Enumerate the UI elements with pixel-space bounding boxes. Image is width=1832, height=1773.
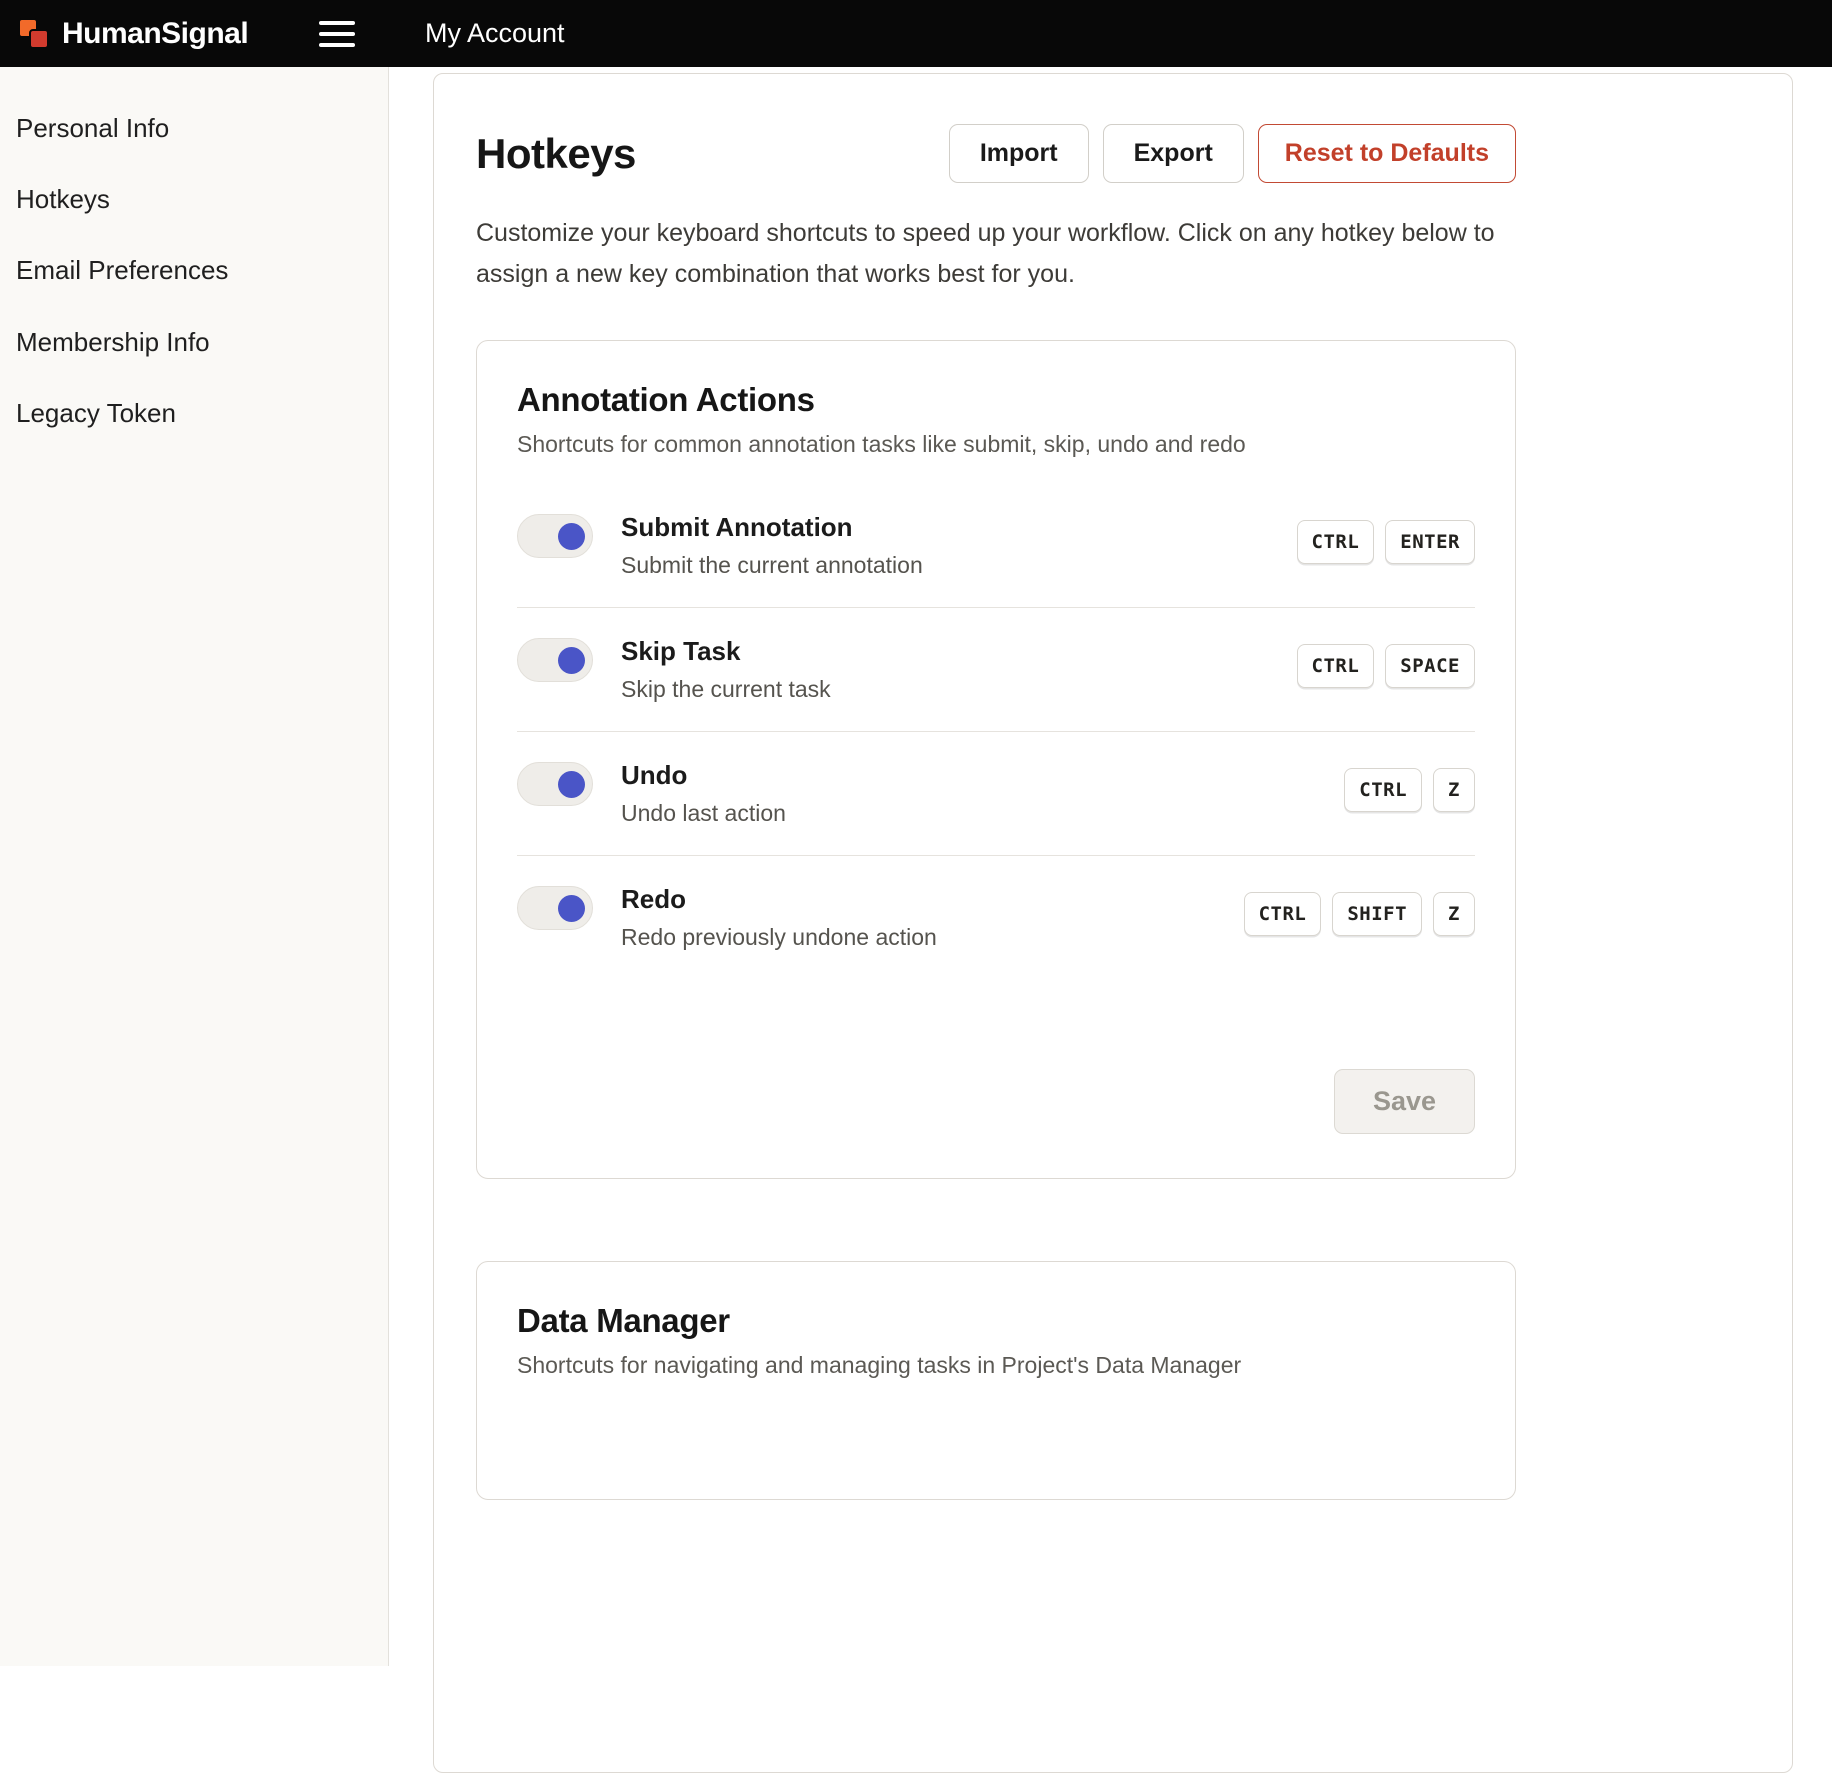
sidebar-item-personal-info[interactable]: Personal Info	[0, 93, 388, 164]
key-cap: SPACE	[1385, 644, 1475, 688]
data-manager-section: Data Manager Shortcuts for navigating an…	[476, 1261, 1516, 1500]
hotkey-subtitle: Submit the current annotation	[621, 552, 1297, 579]
hotkey-row-undo: Undo Undo last action CTRL Z	[517, 732, 1475, 855]
hotkey-subtitle: Skip the current task	[621, 676, 1297, 703]
hotkey-text: Skip Task Skip the current task	[621, 636, 1297, 703]
section-subtitle: Shortcuts for common annotation tasks li…	[517, 431, 1475, 458]
hotkey-row-redo: Redo Redo previously undone action CTRL …	[517, 856, 1475, 979]
sidebar-item-legacy-token[interactable]: Legacy Token	[0, 378, 388, 449]
topbar-left: HumanSignal	[0, 0, 389, 67]
hotkey-keys-undo[interactable]: CTRL Z	[1344, 760, 1475, 812]
hotkey-subtitle: Redo previously undone action	[621, 924, 1244, 951]
toggle-undo[interactable]	[517, 762, 593, 806]
hotkey-title: Skip Task	[621, 636, 1297, 667]
hotkey-keys-skip-task[interactable]: CTRL SPACE	[1297, 636, 1475, 688]
section-title: Data Manager	[517, 1302, 1475, 1340]
toggle-knob	[558, 647, 585, 674]
hotkey-keys-redo[interactable]: CTRL SHIFT Z	[1244, 884, 1475, 936]
brand-name: HumanSignal	[62, 17, 248, 51]
hotkey-title: Redo	[621, 884, 1244, 915]
humansignal-logo-icon	[16, 16, 52, 52]
hotkey-text: Redo Redo previously undone action	[621, 884, 1244, 951]
toggle-knob	[558, 771, 585, 798]
key-cap: CTRL	[1297, 520, 1375, 564]
sidebar-item-hotkeys[interactable]: Hotkeys	[0, 164, 388, 235]
hotkey-subtitle: Undo last action	[621, 800, 1344, 827]
hotkeys-description: Customize your keyboard shortcuts to spe…	[476, 213, 1516, 294]
hotkey-rows: Submit Annotation Submit the current ann…	[517, 484, 1475, 979]
section-subtitle: Shortcuts for navigating and managing ta…	[517, 1352, 1475, 1379]
hotkeys-heading: Hotkeys	[476, 130, 636, 178]
hotkey-title: Submit Annotation	[621, 512, 1297, 543]
key-cap: Z	[1433, 768, 1475, 812]
hotkeys-card: Hotkeys Import Export Reset to Defaults …	[433, 73, 1793, 1773]
toggle-knob	[558, 523, 585, 550]
save-button[interactable]: Save	[1334, 1069, 1475, 1134]
key-cap: SHIFT	[1332, 892, 1422, 936]
topbar: HumanSignal My Account	[0, 0, 1832, 67]
hotkey-text: Submit Annotation Submit the current ann…	[621, 512, 1297, 579]
hamburger-menu-icon[interactable]	[315, 17, 359, 51]
key-cap: ENTER	[1385, 520, 1475, 564]
import-button[interactable]: Import	[949, 124, 1089, 183]
toggle-knob	[558, 895, 585, 922]
sidebar-item-membership-info[interactable]: Membership Info	[0, 307, 388, 378]
hotkey-row-submit-annotation: Submit Annotation Submit the current ann…	[517, 484, 1475, 607]
hotkey-row-skip-task: Skip Task Skip the current task CTRL SPA…	[517, 608, 1475, 731]
key-cap: CTRL	[1297, 644, 1375, 688]
annotation-actions-section: Annotation Actions Shortcuts for common …	[476, 340, 1516, 1179]
hotkey-keys-submit-annotation[interactable]: CTRL ENTER	[1297, 512, 1475, 564]
header-actions: Import Export Reset to Defaults	[949, 124, 1516, 183]
hotkey-title: Undo	[621, 760, 1344, 791]
hotkey-text: Undo Undo last action	[621, 760, 1344, 827]
export-button[interactable]: Export	[1103, 124, 1244, 183]
hotkeys-header: Hotkeys Import Export Reset to Defaults	[476, 124, 1516, 183]
toggle-skip-task[interactable]	[517, 638, 593, 682]
toggle-submit-annotation[interactable]	[517, 514, 593, 558]
sidebar-item-email-preferences[interactable]: Email Preferences	[0, 235, 388, 306]
key-cap: CTRL	[1244, 892, 1322, 936]
brand-logo[interactable]: HumanSignal	[16, 16, 248, 52]
section-title: Annotation Actions	[517, 381, 1475, 419]
reset-to-defaults-button[interactable]: Reset to Defaults	[1258, 124, 1516, 183]
toggle-redo[interactable]	[517, 886, 593, 930]
main-content: Hotkeys Import Export Reset to Defaults …	[390, 67, 1832, 1666]
key-cap: Z	[1433, 892, 1475, 936]
save-row: Save	[517, 1069, 1475, 1134]
key-cap: CTRL	[1344, 768, 1422, 812]
page-title: My Account	[389, 18, 565, 49]
sidebar: Personal Info Hotkeys Email Preferences …	[0, 67, 389, 1666]
